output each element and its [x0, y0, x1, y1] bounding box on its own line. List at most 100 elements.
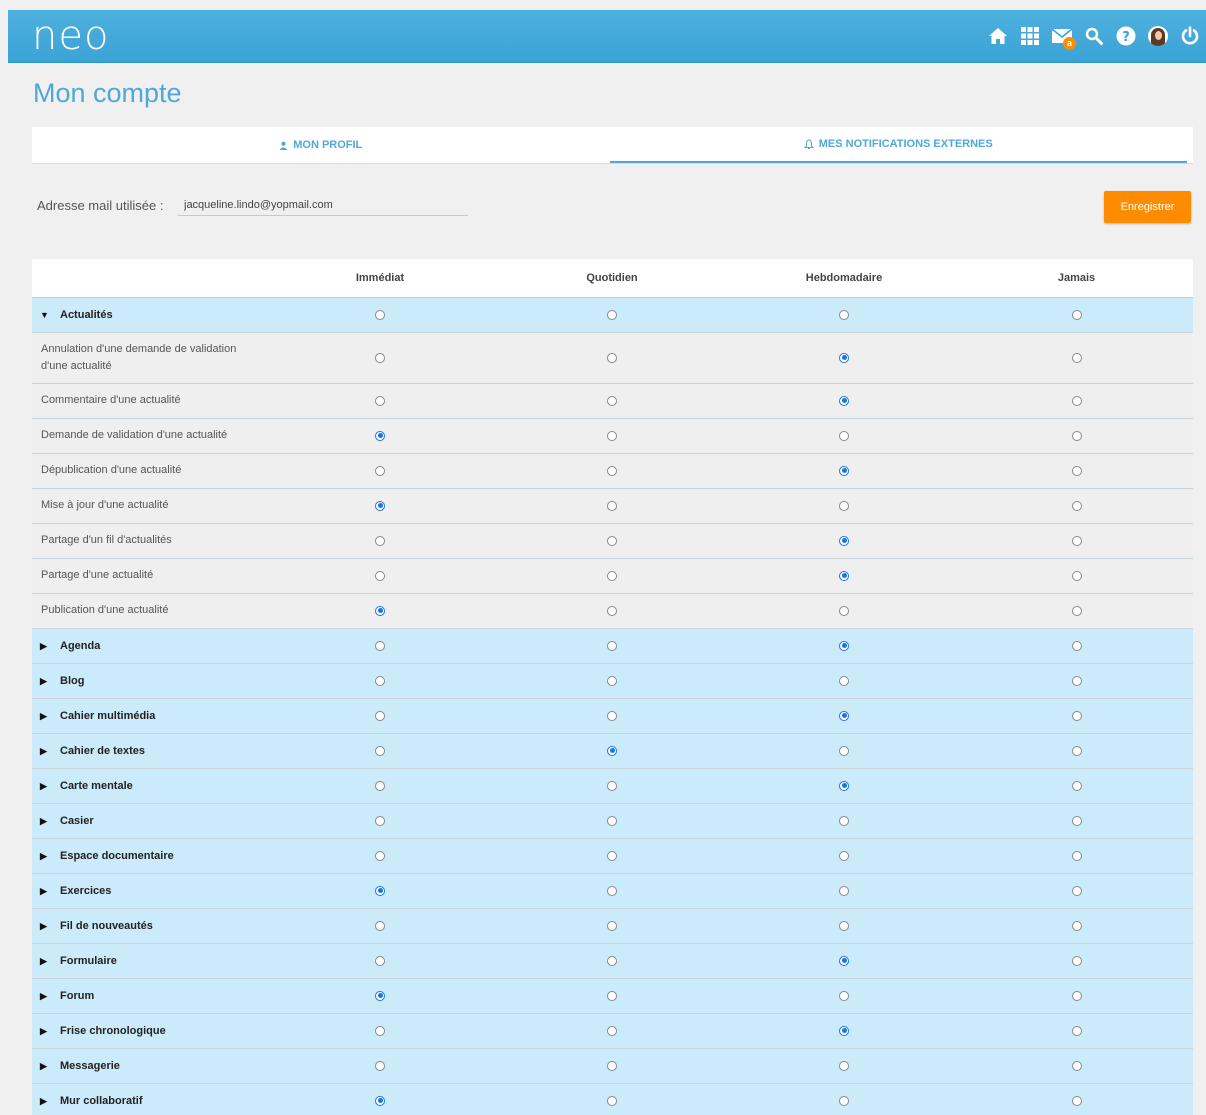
frequency-radio[interactable]: [375, 850, 385, 861]
category-row[interactable]: ▶ Forum: [32, 978, 1193, 1014]
email-field[interactable]: [178, 194, 468, 216]
frequency-radio[interactable]: [607, 1095, 617, 1106]
frequency-radio[interactable]: [839, 500, 849, 511]
frequency-radio[interactable]: [839, 570, 849, 581]
frequency-radio[interactable]: [607, 465, 617, 476]
frequency-radio[interactable]: [839, 920, 849, 931]
frequency-radio[interactable]: [375, 465, 385, 476]
mail-icon[interactable]: a: [1046, 22, 1078, 50]
frequency-radio[interactable]: [839, 990, 849, 1001]
category-row[interactable]: ▶ Blog: [32, 663, 1193, 699]
expand-triangle-icon[interactable]: ▶: [40, 886, 56, 897]
frequency-radio[interactable]: [839, 1060, 849, 1071]
frequency-radio[interactable]: [1071, 1060, 1082, 1071]
frequency-radio[interactable]: [375, 640, 385, 651]
frequency-radio[interactable]: [1071, 465, 1082, 476]
frequency-radio[interactable]: [607, 850, 617, 861]
category-row[interactable]: ▶ Espace documentaire: [32, 838, 1193, 874]
tab-mes-notifications-externes[interactable]: MES NOTIFICATIONS EXTERNES: [609, 127, 1187, 163]
frequency-radio[interactable]: [607, 745, 617, 756]
frequency-radio[interactable]: [839, 430, 849, 441]
frequency-radio[interactable]: [607, 955, 617, 966]
frequency-radio[interactable]: [1071, 309, 1082, 320]
frequency-radio[interactable]: [375, 500, 385, 511]
avatar[interactable]: [1142, 22, 1174, 50]
frequency-radio[interactable]: [375, 990, 385, 1001]
frequency-radio[interactable]: [607, 885, 617, 896]
frequency-radio[interactable]: [607, 710, 617, 721]
category-row[interactable]: ▶ Frise chronologique: [32, 1013, 1193, 1049]
frequency-radio[interactable]: [607, 675, 617, 686]
frequency-radio[interactable]: [375, 430, 385, 441]
expand-triangle-icon[interactable]: ▶: [40, 711, 56, 722]
frequency-radio[interactable]: [375, 815, 385, 826]
frequency-radio[interactable]: [1071, 780, 1082, 791]
frequency-radio[interactable]: [839, 465, 849, 476]
frequency-radio[interactable]: [375, 535, 385, 546]
frequency-radio[interactable]: [607, 815, 617, 826]
frequency-radio[interactable]: [607, 309, 617, 320]
frequency-radio[interactable]: [839, 850, 849, 861]
frequency-radio[interactable]: [1071, 745, 1082, 756]
expand-triangle-icon[interactable]: ▶: [40, 921, 56, 932]
frequency-radio[interactable]: [607, 395, 617, 406]
home-icon[interactable]: [982, 22, 1014, 50]
expand-triangle-icon[interactable]: ▶: [40, 816, 56, 827]
frequency-radio[interactable]: [375, 605, 385, 616]
frequency-radio[interactable]: [607, 605, 617, 616]
category-row[interactable]: ▶ Cahier multimédia: [32, 698, 1193, 734]
frequency-radio[interactable]: [607, 500, 617, 511]
frequency-radio[interactable]: [839, 815, 849, 826]
frequency-radio[interactable]: [1071, 885, 1082, 896]
tab-mon-profil[interactable]: MON PROFIL: [32, 127, 610, 163]
frequency-radio[interactable]: [375, 395, 385, 406]
expand-triangle-icon[interactable]: ▶: [40, 746, 56, 757]
expand-triangle-icon[interactable]: ▶: [40, 641, 56, 652]
frequency-radio[interactable]: [375, 780, 385, 791]
collapse-triangle-icon[interactable]: ▼: [40, 310, 56, 320]
frequency-radio[interactable]: [1071, 990, 1082, 1001]
search-icon[interactable]: [1078, 22, 1110, 50]
power-icon[interactable]: [1174, 22, 1206, 50]
frequency-radio[interactable]: [607, 430, 617, 441]
category-row[interactable]: ▶ Messagerie: [32, 1048, 1193, 1084]
frequency-radio[interactable]: [375, 745, 385, 756]
expand-triangle-icon[interactable]: ▶: [40, 676, 56, 687]
expand-triangle-icon[interactable]: ▶: [40, 1061, 56, 1072]
neo-logo[interactable]: neo: [32, 16, 109, 56]
frequency-radio[interactable]: [1071, 535, 1082, 546]
frequency-radio[interactable]: [839, 955, 849, 966]
frequency-radio[interactable]: [375, 710, 385, 721]
frequency-radio[interactable]: [1071, 430, 1082, 441]
frequency-radio[interactable]: [839, 640, 849, 651]
frequency-radio[interactable]: [607, 352, 617, 363]
frequency-radio[interactable]: [839, 1095, 849, 1106]
frequency-radio[interactable]: [607, 1025, 617, 1036]
save-button[interactable]: Enregistrer: [1104, 191, 1191, 223]
expand-triangle-icon[interactable]: ▶: [40, 1026, 56, 1037]
frequency-radio[interactable]: [607, 570, 617, 581]
frequency-radio[interactable]: [1071, 850, 1082, 861]
frequency-radio[interactable]: [607, 990, 617, 1001]
frequency-radio[interactable]: [1071, 395, 1082, 406]
frequency-radio[interactable]: [375, 1060, 385, 1071]
frequency-radio[interactable]: [607, 920, 617, 931]
frequency-radio[interactable]: [375, 352, 385, 363]
category-row[interactable]: ▶ Carte mentale: [32, 768, 1193, 804]
category-row[interactable]: ▶ Agenda: [32, 628, 1193, 664]
expand-triangle-icon[interactable]: ▶: [40, 1096, 56, 1107]
frequency-radio[interactable]: [839, 1025, 849, 1036]
frequency-radio[interactable]: [839, 309, 849, 320]
category-row[interactable]: ▶ Mur collaboratif: [32, 1083, 1193, 1115]
expand-triangle-icon[interactable]: ▶: [40, 956, 56, 967]
frequency-radio[interactable]: [839, 780, 849, 791]
frequency-radio[interactable]: [839, 352, 849, 363]
frequency-radio[interactable]: [839, 710, 849, 721]
frequency-radio[interactable]: [607, 535, 617, 546]
frequency-radio[interactable]: [839, 605, 849, 616]
apps-grid-icon[interactable]: [1014, 22, 1046, 50]
frequency-radio[interactable]: [1071, 352, 1082, 363]
category-row[interactable]: ▶ Cahier de textes: [32, 733, 1193, 769]
category-row[interactable]: ▼ Actualités: [32, 297, 1193, 333]
frequency-radio[interactable]: [1071, 640, 1082, 651]
